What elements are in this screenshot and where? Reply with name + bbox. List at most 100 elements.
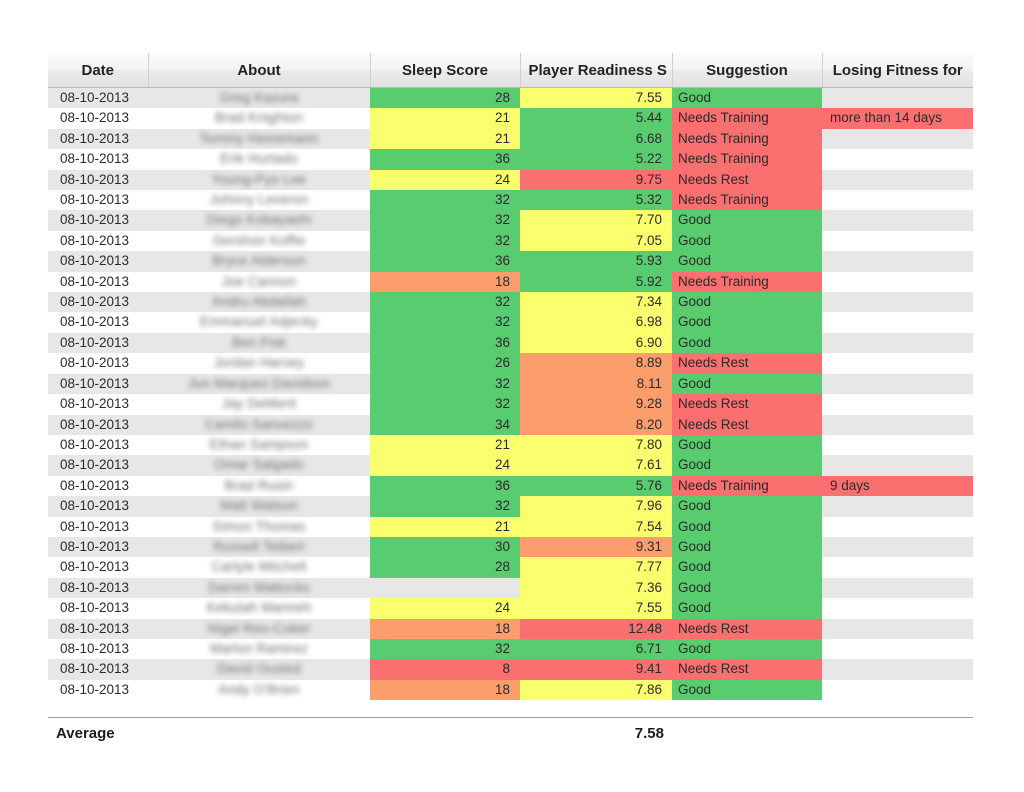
- cell-date[interactable]: 08-10-2013: [48, 577, 148, 599]
- cell-date[interactable]: 08-10-2013: [48, 312, 148, 333]
- cell-about[interactable]: Bryce Alderson: [148, 251, 370, 272]
- cell-date[interactable]: 08-10-2013: [48, 536, 148, 558]
- table-row[interactable]: 08-10-2013 Brad Rusin 36 5.76 Needs Training…: [48, 475, 973, 497]
- cell-sleep-score[interactable]: 36: [370, 149, 520, 170]
- cell-date[interactable]: 08-10-2013: [48, 271, 148, 293]
- cell-date[interactable]: 08-10-2013: [48, 679, 148, 701]
- cell-player-readiness[interactable]: 7.70: [520, 210, 672, 231]
- table-row[interactable]: 08-10-2013 Andy O'Brien 18 7.86 Good: [48, 679, 973, 701]
- table-row[interactable]: 08-10-2013 Gershon Koffie 32 7.05 Good: [48, 230, 973, 252]
- cell-sleep-score[interactable]: 24: [370, 598, 520, 619]
- cell-suggestion[interactable]: Needs Training: [672, 190, 822, 211]
- cell-about[interactable]: Nigel Reo-Coker: [148, 618, 370, 639]
- cell-sleep-score[interactable]: 32: [370, 210, 520, 231]
- cell-suggestion[interactable]: Needs Training: [672, 271, 822, 293]
- cell-date[interactable]: 08-10-2013: [48, 638, 148, 660]
- cell-sleep-score[interactable]: 34: [370, 414, 520, 435]
- cell-losing-fitness[interactable]: [822, 434, 973, 456]
- cell-losing-fitness[interactable]: [822, 87, 973, 109]
- table-row[interactable]: 08-10-2013 Ben Fisk 36 6.90 Good: [48, 332, 973, 354]
- cell-sleep-score[interactable]: 32: [370, 190, 520, 211]
- cell-date[interactable]: 08-10-2013: [48, 353, 148, 374]
- cell-player-readiness[interactable]: 7.34: [520, 292, 672, 313]
- cell-player-readiness[interactable]: 8.20: [520, 414, 672, 435]
- cell-date[interactable]: 08-10-2013: [48, 434, 148, 456]
- cell-losing-fitness[interactable]: [822, 455, 973, 476]
- cell-date[interactable]: 08-10-2013: [48, 251, 148, 272]
- table-row[interactable]: 08-10-2013 Ethan Sampson 21 7.80 Good: [48, 434, 973, 456]
- cell-date[interactable]: 08-10-2013: [48, 87, 148, 109]
- cell-sleep-score[interactable]: 36: [370, 475, 520, 497]
- cell-player-readiness[interactable]: 7.54: [520, 516, 672, 537]
- cell-sleep-score[interactable]: 32: [370, 394, 520, 415]
- cell-losing-fitness[interactable]: [822, 251, 973, 272]
- cell-sleep-score[interactable]: 28: [370, 87, 520, 109]
- cell-sleep-score[interactable]: 24: [370, 455, 520, 476]
- cell-about[interactable]: Marlon Ramirez: [148, 638, 370, 660]
- table-row[interactable]: 08-10-2013 Young-Pyo Lee 24 9.75 Needs Rest: [48, 169, 973, 191]
- cell-date[interactable]: 08-10-2013: [48, 414, 148, 435]
- cell-date[interactable]: 08-10-2013: [48, 475, 148, 497]
- table-row[interactable]: 08-10-2013 Marlon Ramirez 32 6.71 Good: [48, 638, 973, 660]
- cell-sleep-score[interactable]: 32: [370, 230, 520, 252]
- cell-date[interactable]: 08-10-2013: [48, 618, 148, 639]
- cell-losing-fitness[interactable]: 9 days: [822, 475, 973, 497]
- table-row[interactable]: 08-10-2013 Tommy Heinemann 21 6.68 Needs Tra…: [48, 128, 973, 150]
- cell-sleep-score[interactable]: 21: [370, 434, 520, 456]
- cell-sleep-score[interactable]: 18: [370, 618, 520, 639]
- cell-suggestion[interactable]: Good: [672, 638, 822, 660]
- cell-date[interactable]: 08-10-2013: [48, 292, 148, 313]
- cell-date[interactable]: 08-10-2013: [48, 332, 148, 354]
- table-row[interactable]: 08-10-2013 Matt Watson 32 7.96 Good: [48, 496, 973, 517]
- cell-suggestion[interactable]: Good: [672, 373, 822, 395]
- cell-suggestion[interactable]: Needs Rest: [672, 353, 822, 374]
- cell-losing-fitness[interactable]: [822, 373, 973, 395]
- cell-about[interactable]: Omar Salgado: [148, 455, 370, 476]
- table-row[interactable]: 08-10-2013 Darren Mattocks 7.36 Good: [48, 577, 973, 599]
- cell-sleep-score[interactable]: 32: [370, 496, 520, 517]
- column-header-date[interactable]: Date: [48, 53, 149, 88]
- cell-about[interactable]: Joe Cannon: [148, 271, 370, 293]
- cell-sleep-score[interactable]: 32: [370, 373, 520, 395]
- cell-sleep-score[interactable]: 36: [370, 251, 520, 272]
- table-row[interactable]: 08-10-2013 Omar Salgado 24 7.61 Good: [48, 455, 973, 476]
- cell-player-readiness[interactable]: 7.55: [520, 87, 672, 109]
- cell-suggestion[interactable]: Good: [672, 557, 822, 578]
- cell-losing-fitness[interactable]: [822, 638, 973, 660]
- cell-player-readiness[interactable]: 9.31: [520, 536, 672, 558]
- table-row[interactable]: 08-10-2013 Johnny Leveron 32 5.32 Needs Trai…: [48, 190, 973, 211]
- table-row[interactable]: 08-10-2013 Andru Abdallah 32 7.34 Good: [48, 292, 973, 313]
- cell-losing-fitness[interactable]: more than 14 days: [822, 108, 973, 129]
- cell-player-readiness[interactable]: 5.93: [520, 251, 672, 272]
- cell-losing-fitness[interactable]: [822, 128, 973, 150]
- cell-player-readiness[interactable]: 8.89: [520, 353, 672, 374]
- cell-sleep-score[interactable]: 26: [370, 353, 520, 374]
- cell-player-readiness[interactable]: 6.90: [520, 332, 672, 354]
- cell-player-readiness[interactable]: 5.76: [520, 475, 672, 497]
- cell-suggestion[interactable]: Good: [672, 455, 822, 476]
- cell-suggestion[interactable]: Good: [672, 516, 822, 537]
- cell-losing-fitness[interactable]: [822, 292, 973, 313]
- cell-losing-fitness[interactable]: [822, 577, 973, 599]
- cell-player-readiness[interactable]: 7.80: [520, 434, 672, 456]
- cell-player-readiness[interactable]: 5.22: [520, 149, 672, 170]
- cell-date[interactable]: 08-10-2013: [48, 659, 148, 680]
- table-row[interactable]: 08-10-2013 Jun Marques Davidson 32 8.11 Good: [48, 373, 973, 395]
- cell-sleep-score[interactable]: 32: [370, 292, 520, 313]
- cell-suggestion[interactable]: Good: [672, 577, 822, 599]
- cell-player-readiness[interactable]: 9.75: [520, 169, 672, 191]
- table-row[interactable]: 08-10-2013 Simon Thomas 21 7.54 Good: [48, 516, 973, 537]
- cell-player-readiness[interactable]: 6.98: [520, 312, 672, 333]
- table-row[interactable]: 08-10-2013 Joe Cannon 18 5.92 Needs Training: [48, 271, 973, 293]
- cell-suggestion[interactable]: Good: [672, 434, 822, 456]
- cell-about[interactable]: Jordan Harvey: [148, 353, 370, 374]
- cell-date[interactable]: 08-10-2013: [48, 598, 148, 619]
- cell-suggestion[interactable]: Needs Training: [672, 108, 822, 129]
- cell-date[interactable]: 08-10-2013: [48, 496, 148, 517]
- cell-suggestion[interactable]: Needs Training: [672, 128, 822, 150]
- cell-losing-fitness[interactable]: [822, 210, 973, 231]
- cell-suggestion[interactable]: Good: [672, 679, 822, 701]
- cell-losing-fitness[interactable]: [822, 271, 973, 293]
- table-row[interactable]: 08-10-2013 Camilo Sanvezzo 34 8.20 Needs Res…: [48, 414, 973, 435]
- cell-date[interactable]: 08-10-2013: [48, 516, 148, 537]
